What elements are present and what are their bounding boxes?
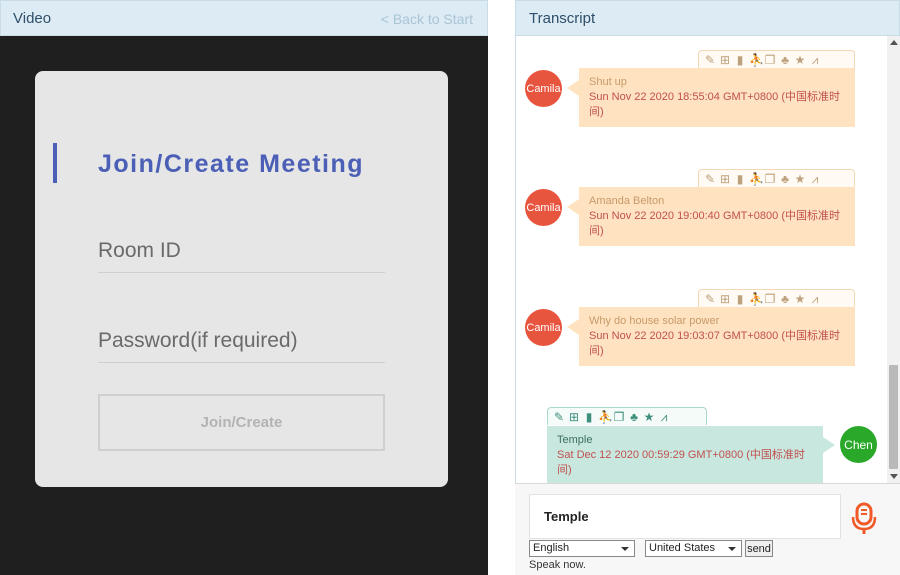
message-composer: Temple English United States send Speak … xyxy=(515,483,900,575)
message-toolbar: ✎ ⊞ ▮ ⛹ ❐ ♣ ★ ⩘ xyxy=(547,407,707,425)
message-text: Shut up xyxy=(589,76,627,88)
message-input[interactable]: Temple xyxy=(529,494,841,539)
send-button[interactable]: send xyxy=(745,540,773,557)
chevron-down-icon xyxy=(621,547,629,551)
message-timestamp: Sun Nov 22 2020 19:00:40 GMT+0800 (中国标准时… xyxy=(589,210,840,237)
avatar: Camila xyxy=(525,70,562,107)
message-timestamp: Sat Dec 12 2020 00:59:29 GMT+0800 (中国标准时… xyxy=(557,449,805,476)
group-icon[interactable]: ♣ xyxy=(779,171,791,187)
region-select-value: United States xyxy=(649,542,716,554)
microphone-icon[interactable] xyxy=(849,502,879,536)
password-input[interactable]: Password(if required) xyxy=(98,323,385,363)
scroll-up-arrow-icon[interactable] xyxy=(890,40,898,45)
video-title: Video xyxy=(13,10,52,27)
language-select-value: English xyxy=(533,542,570,554)
message-timestamp: Sun Nov 22 2020 18:55:04 GMT+0800 (中国标准时… xyxy=(589,91,840,118)
book-icon[interactable]: ▮ xyxy=(734,52,746,68)
person-icon[interactable]: ⛹ xyxy=(749,291,764,307)
avatar: Camila xyxy=(525,189,562,226)
join-meeting-card: Join/Create Meeting Room ID Password(if … xyxy=(35,71,448,487)
room-id-input[interactable]: Room ID xyxy=(98,233,385,273)
grid-icon[interactable]: ⊞ xyxy=(719,171,731,187)
message-bubble: Amanda Belton Sun Nov 22 2020 19:00:40 G… xyxy=(567,187,855,246)
person-icon[interactable]: ⛹ xyxy=(749,171,764,187)
bubble-tail xyxy=(823,437,835,453)
star-icon[interactable]: ★ xyxy=(794,291,806,307)
back-to-start-link[interactable]: < Back to Start xyxy=(381,11,473,27)
book-icon[interactable]: ▮ xyxy=(734,171,746,187)
chart-icon[interactable]: ⩘ xyxy=(658,409,670,425)
title-accent-bar xyxy=(53,143,57,183)
video-header: Video < Back to Start xyxy=(0,0,488,36)
bubble-tail xyxy=(567,80,579,96)
join-create-button[interactable]: Join/Create xyxy=(98,394,385,451)
avatar: Camila xyxy=(525,309,562,346)
chart-icon[interactable]: ⩘ xyxy=(809,291,821,307)
chart-icon[interactable]: ⩘ xyxy=(809,171,821,187)
group-icon[interactable]: ♣ xyxy=(628,409,640,425)
copy-icon[interactable]: ❐ xyxy=(764,291,776,307)
copy-icon[interactable]: ❐ xyxy=(764,171,776,187)
star-icon[interactable]: ★ xyxy=(794,171,806,187)
avatar: Chen xyxy=(840,426,877,463)
chart-icon[interactable]: ⩘ xyxy=(809,52,821,68)
message-timestamp: Sun Nov 22 2020 19:03:07 GMT+0800 (中国标准时… xyxy=(589,330,840,357)
message-text: Why do house solar power xyxy=(589,315,720,327)
person-icon[interactable]: ⛹ xyxy=(598,409,613,425)
copy-icon[interactable]: ❐ xyxy=(764,52,776,68)
group-icon[interactable]: ♣ xyxy=(779,52,791,68)
grid-icon[interactable]: ⊞ xyxy=(719,291,731,307)
message-text: Temple xyxy=(557,434,593,446)
message-bubble: Shut up Sun Nov 22 2020 18:55:04 GMT+080… xyxy=(567,68,855,127)
edit-icon[interactable]: ✎ xyxy=(553,409,565,425)
message-list: ✎ ⊞ ▮ ⛹ ❐ ♣ ★ ⩘ Camila Shut up Sun Nov 2… xyxy=(515,36,887,483)
region-select[interactable]: United States xyxy=(645,540,742,557)
language-select[interactable]: English xyxy=(529,540,635,557)
star-icon[interactable]: ★ xyxy=(643,409,655,425)
chevron-down-icon xyxy=(728,547,736,551)
group-icon[interactable]: ♣ xyxy=(779,291,791,307)
edit-icon[interactable]: ✎ xyxy=(704,291,716,307)
message-toolbar: ✎ ⊞ ▮ ⛹ ❐ ♣ ★ ⩘ xyxy=(698,289,855,307)
message-toolbar: ✎ ⊞ ▮ ⛹ ❐ ♣ ★ ⩘ xyxy=(698,50,855,68)
edit-icon[interactable]: ✎ xyxy=(704,171,716,187)
transcript-panel: Transcript ✎ ⊞ ▮ ⛹ ❐ ♣ ★ ⩘ Camila Shut u… xyxy=(515,0,900,575)
person-icon[interactable]: ⛹ xyxy=(749,52,764,68)
bubble-tail xyxy=(567,199,579,215)
video-panel: Video < Back to Start Join/Create Meetin… xyxy=(0,0,488,575)
bubble-tail xyxy=(567,319,579,335)
star-icon[interactable]: ★ xyxy=(794,52,806,68)
speech-status-text: Speak now. xyxy=(529,559,586,571)
copy-icon[interactable]: ❐ xyxy=(613,409,625,425)
message-toolbar: ✎ ⊞ ▮ ⛹ ❐ ♣ ★ ⩘ xyxy=(698,169,855,187)
transcript-scrollbar[interactable] xyxy=(887,36,900,483)
join-meeting-title: Join/Create Meeting xyxy=(98,150,365,178)
message-text: Amanda Belton xyxy=(589,195,665,207)
transcript-title: Transcript xyxy=(529,10,596,27)
book-icon[interactable]: ▮ xyxy=(734,291,746,307)
transcript-header: Transcript xyxy=(515,0,900,36)
scroll-thumb[interactable] xyxy=(889,365,898,469)
scroll-down-arrow-icon[interactable] xyxy=(890,474,898,479)
edit-icon[interactable]: ✎ xyxy=(704,52,716,68)
grid-icon[interactable]: ⊞ xyxy=(568,409,580,425)
message-bubble: Why do house solar power Sun Nov 22 2020… xyxy=(567,307,855,366)
book-icon[interactable]: ▮ xyxy=(583,409,595,425)
grid-icon[interactable]: ⊞ xyxy=(719,52,731,68)
message-bubble: Temple Sat Dec 12 2020 00:59:29 GMT+0800… xyxy=(547,426,835,483)
